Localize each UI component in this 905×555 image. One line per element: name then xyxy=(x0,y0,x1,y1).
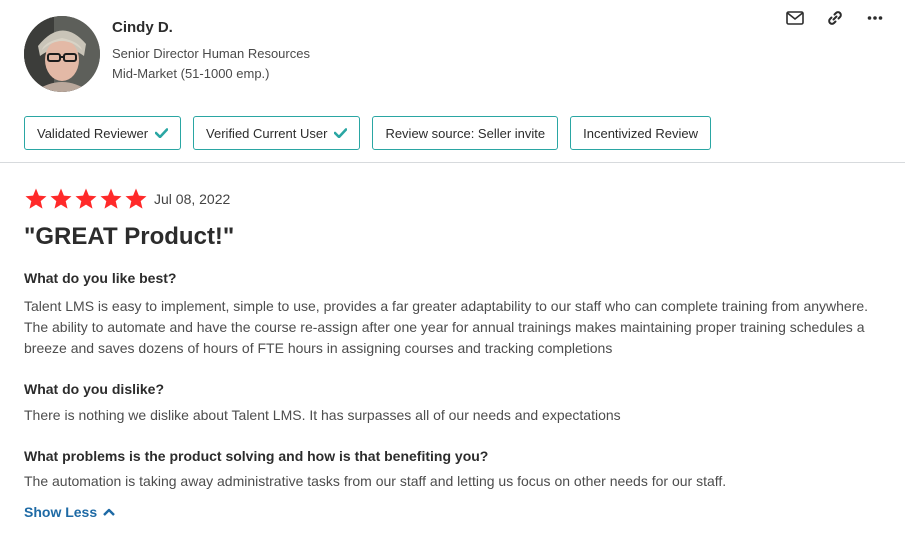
rating-row: Jul 08, 2022 xyxy=(24,185,884,213)
badge-review-source[interactable]: Review source: Seller invite xyxy=(372,116,559,150)
badge-label: Review source: Seller invite xyxy=(385,125,546,141)
reviewer-name[interactable]: Cindy D. xyxy=(112,19,173,36)
badge-validated-reviewer[interactable]: Validated Reviewer xyxy=(24,116,182,150)
check-icon xyxy=(334,128,348,138)
badge-label: Validated Reviewer xyxy=(37,125,149,141)
reviewer-header: Cindy D. Senior Director Human Resources… xyxy=(0,0,905,163)
badge-label: Verified Current User xyxy=(206,125,328,141)
question-like-best: What do you like best? xyxy=(24,270,177,286)
star-icon xyxy=(125,188,147,209)
review-date: Jul 08, 2022 xyxy=(154,191,231,207)
check-icon xyxy=(155,128,169,138)
star-icon xyxy=(50,188,72,209)
star-icon xyxy=(100,188,122,209)
review-body: Jul 08, 2022 "GREAT Product!" What do yo… xyxy=(24,185,884,522)
reviewer-segment: Mid-Market (51-1000 emp.) xyxy=(112,66,270,81)
question-problems-solved: What problems is the product solving and… xyxy=(24,448,489,464)
answer-like-best: Talent LMS is easy to implement, simple … xyxy=(24,298,869,356)
question-dislike: What do you dislike? xyxy=(24,381,165,397)
review-headline: "GREAT Product!" xyxy=(24,223,235,250)
star-icon xyxy=(75,188,97,209)
review-actions xyxy=(785,8,885,28)
answer-problems-solved: The automation is taking away administra… xyxy=(24,473,727,489)
badge-verified-current-user[interactable]: Verified Current User xyxy=(193,116,361,150)
reviewer-badges: Validated Reviewer Verified Current User… xyxy=(24,116,712,150)
badge-label: Incentivized Review xyxy=(583,125,699,141)
star-rating xyxy=(24,187,148,211)
reviewer-title: Senior Director Human Resources xyxy=(112,46,310,61)
show-less-button[interactable]: Show Less xyxy=(24,504,115,520)
link-icon[interactable] xyxy=(825,8,845,28)
chevron-up-icon xyxy=(103,508,115,516)
show-less-label: Show Less xyxy=(24,504,98,520)
more-icon[interactable] xyxy=(865,8,885,28)
badge-incentivized-review[interactable]: Incentivized Review xyxy=(570,116,712,150)
star-icon xyxy=(25,188,47,209)
envelope-icon[interactable] xyxy=(785,8,805,28)
avatar[interactable] xyxy=(24,16,100,92)
answer-dislike: There is nothing we dislike about Talent… xyxy=(24,407,621,423)
